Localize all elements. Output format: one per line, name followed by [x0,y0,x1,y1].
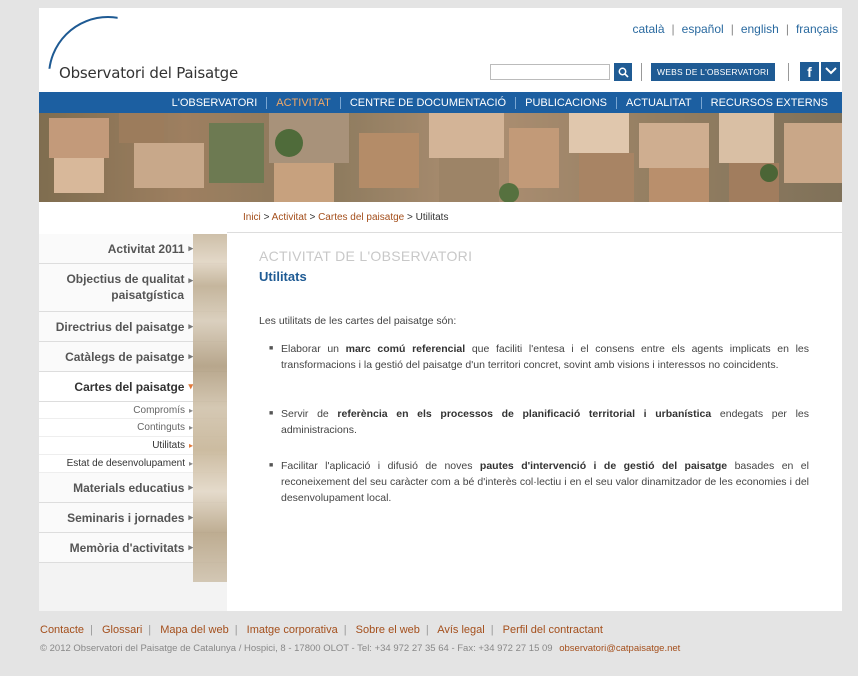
footer-link-contacte[interactable]: Contacte [40,624,84,636]
divider [227,232,842,233]
site-logo[interactable]: Observatori del Paisatge [59,64,238,82]
facebook-icon[interactable]: f [800,62,819,81]
footer-link-perfil[interactable]: Perfil del contractant [503,624,603,636]
divider [788,63,789,81]
page-title: Utilitats [259,269,307,284]
footer-link-imatge[interactable]: Imatge corporativa [247,624,338,636]
footer-link-avis[interactable]: Avís legal [437,624,485,636]
lang-francais[interactable]: français [796,22,838,36]
search-button[interactable] [614,63,632,81]
list-item: Facilitar l'aplicació i difusió de noves… [269,458,809,506]
language-switcher: català | español | english | français [632,22,838,36]
copyright: © 2012 Observatori del Paisatge de Catal… [40,643,681,654]
nav-publicacions[interactable]: PUBLICACIONS [525,97,607,109]
breadcrumb-current: Utilitats [415,212,449,223]
page-container: Observatori del Paisatge català | español… [39,8,842,611]
section-kicker: ACTIVITAT DE L'OBSERVATORI [259,248,473,264]
footer-link-sobre[interactable]: Sobre el web [356,624,420,636]
footer-link-mapa[interactable]: Mapa del web [160,624,229,636]
breadcrumb-inici[interactable]: Inici [243,212,261,223]
search-icon [618,67,629,78]
footer-email-link[interactable]: observatori@catpaisatge.net [559,643,680,654]
lang-espanol[interactable]: español [682,22,724,36]
twitter-icon[interactable] [821,62,840,81]
list-item: Servir de referència en els processos de… [269,406,809,438]
breadcrumb-activitat[interactable]: Activitat [272,212,307,223]
footer-link-glossari[interactable]: Glossari [102,624,142,636]
lang-catala[interactable]: català [632,22,664,36]
divider [641,63,642,81]
webs-observatori-button[interactable]: WEBS DE L'OBSERVATORI [651,63,775,81]
breadcrumb: Inici > Activitat > Cartes del paisatge … [243,212,449,223]
list-item: Elaborar un marc comú referencial que fa… [269,341,809,373]
nav-centre-documentacio[interactable]: CENTRE DE DOCUMENTACIÓ [350,97,506,109]
search-input[interactable] [490,64,610,80]
nav-activitat[interactable]: ACTIVITAT [276,97,331,109]
content-header: ACTIVITAT DE L'OBSERVATORI Utilitats [259,248,829,284]
sidebar-texture-image [193,234,227,582]
footer-links: Contacte | Glossari | Mapa del web | Imatge… [40,624,603,636]
nav-recursos-externs[interactable]: RECURSOS EXTERNS [711,97,828,109]
nav-actualitat[interactable]: ACTUALITAT [626,97,692,109]
breadcrumb-cartes[interactable]: Cartes del paisatge [318,212,404,223]
nav-observatori[interactable]: L'OBSERVATORI [172,97,258,109]
header-banner-image [39,113,842,202]
lang-english[interactable]: english [741,22,779,36]
main-nav: L'OBSERVATORI ACTIVITAT CENTRE DE DOCUME… [39,92,842,113]
intro-text: Les utilitats de les cartes del paisatge… [259,315,457,327]
